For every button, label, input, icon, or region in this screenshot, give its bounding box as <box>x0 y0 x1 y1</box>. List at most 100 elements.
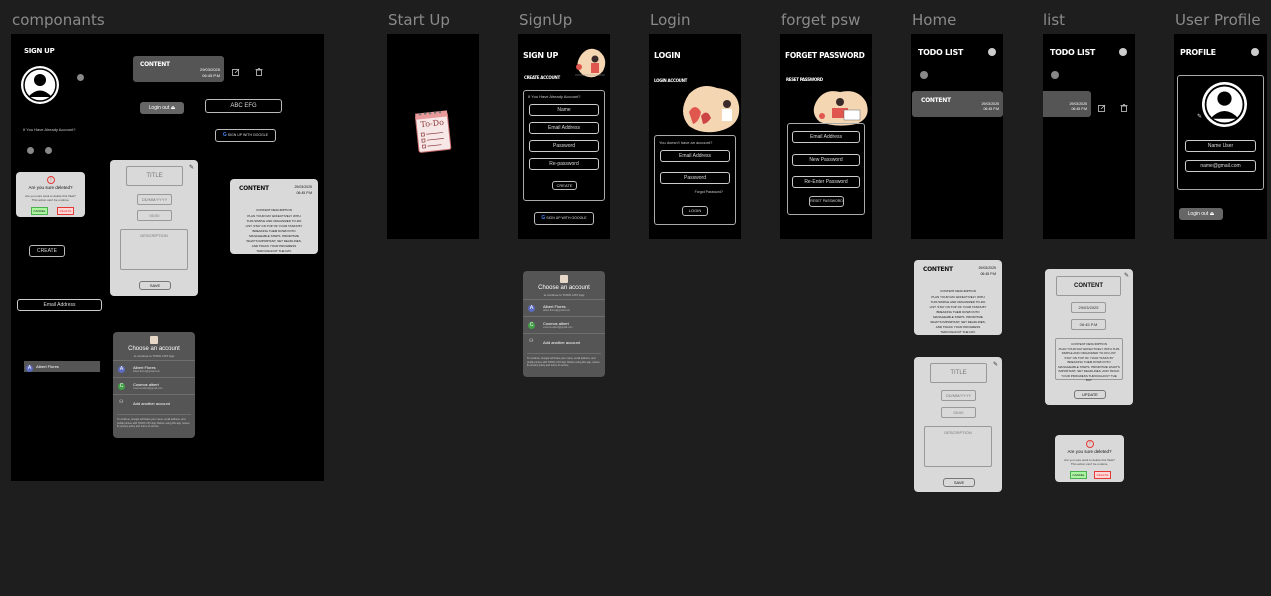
signup-account-row-2[interactable]: C Cosmos albert cosmos.albert@gmail.com <box>523 316 605 333</box>
email-field[interactable]: Email Address <box>17 299 102 311</box>
list-cancel-button[interactable]: CANCEL <box>1070 471 1087 479</box>
content-chip-time: 06:45 P.M <box>202 73 220 78</box>
profile-avatar <box>1202 82 1247 127</box>
avatar[interactable] <box>21 66 59 104</box>
forgot-password-link[interactable]: Forgot Password? <box>695 190 723 194</box>
signup-repassword-field[interactable]: Re-password <box>529 158 599 170</box>
forget-email-field[interactable]: Email Address <box>792 131 860 143</box>
home-date-field[interactable]: DD/MM/YYYY <box>941 390 976 401</box>
home-time-field[interactable]: 00:00 <box>941 407 976 418</box>
profile-logout-label: Login out <box>1187 211 1209 217</box>
edit-icon[interactable] <box>232 63 240 76</box>
frame-title-profile: User Profile <box>1175 11 1261 29</box>
profile-settings-icon[interactable] <box>1251 48 1259 56</box>
profile-logout-button[interactable]: Login out ⏏ <box>1179 208 1223 220</box>
detail-desc-title: CONTENT DESCRIPTION <box>256 208 292 212</box>
profile-email-field[interactable]: name@gmail.com <box>1185 160 1256 172</box>
account-email-2: cosmos.albert@gmail.com <box>133 387 163 390</box>
camera-icon[interactable] <box>77 74 84 81</box>
home-item-title: CONTENT <box>921 97 951 104</box>
home-item-date: 29/03/2025 <box>981 102 999 106</box>
save-button[interactable]: SAVE <box>139 281 171 290</box>
profile-frame: PROFILE ✎ Name User name@gmail.com Login… <box>1174 34 1267 239</box>
list-profile-icon[interactable] <box>1119 48 1127 56</box>
list-edit-title[interactable]: CONTENT <box>1056 276 1121 296</box>
list-edit-date[interactable]: 29/03/2025 <box>1071 302 1106 313</box>
social-icon-1[interactable] <box>27 147 34 154</box>
signup-account-row-1[interactable]: A Albert Flores albert.flores@gmail.com <box>523 299 605 316</box>
account-chip[interactable]: A Albert Flores <box>24 361 100 372</box>
pencil-icon[interactable]: ✎ <box>189 164 194 171</box>
logout-button[interactable]: Login out ⏏ <box>140 102 184 114</box>
signup-account-email-2: cosmos.albert@gmail.com <box>543 326 573 329</box>
list-delete-button[interactable]: DELETE <box>1094 471 1111 479</box>
todo-notepad-logo: To-Do <box>413 108 453 154</box>
trash-icon[interactable] <box>255 63 263 76</box>
profile-title: PROFILE <box>1180 48 1216 57</box>
forget-illustration <box>810 86 870 126</box>
home-frame: TODO LIST CONTENT 29/03/2025 06:45 P.M <box>911 34 1003 239</box>
title-field[interactable]: TITLE <box>126 166 183 186</box>
signup-password-field[interactable]: Password <box>529 140 599 152</box>
new-password-field[interactable]: New Password <box>792 154 860 166</box>
reset-password-button[interactable]: RESET PASSWORD <box>809 196 844 207</box>
abc-button[interactable]: ABC EFG <box>205 99 282 113</box>
forget-frame: FORGET PASSWORD RESET PASSWORD Email Add… <box>780 34 872 239</box>
home-detail-title: CONTENT <box>923 266 953 273</box>
login-button[interactable]: LOGIN <box>682 206 708 216</box>
reenter-password-field[interactable]: Re-Enter Password <box>792 176 860 188</box>
add-account-row[interactable]: ⚇ Add another account <box>113 394 195 411</box>
signup-email-field[interactable]: Email Address <box>529 122 599 134</box>
forget-subtitle: RESET PASSWORD <box>786 77 823 82</box>
signup-already-text: If You Have Already Account? <box>528 94 581 99</box>
login-password-field[interactable]: Password <box>660 172 730 184</box>
account-chip-avatar: A <box>26 365 33 372</box>
social-icon-2[interactable] <box>45 147 52 154</box>
profile-name-field[interactable]: Name User <box>1185 140 1256 152</box>
list-edit-desc-box[interactable]: CONTENT DESCRIPTION PLAN YOUR DAY EFFECT… <box>1055 338 1123 382</box>
components-frame: SIGN UP If You Have Already Account? CON… <box>11 34 324 481</box>
signup-frame: SIGN UP CREATE ACCOUNT If You Have Alrea… <box>518 34 610 239</box>
home-save-button[interactable]: SAVE <box>943 478 975 487</box>
login-email-field[interactable]: Email Address <box>660 150 730 162</box>
description-field[interactable]: DESCRIPTION <box>120 229 188 270</box>
name-field[interactable]: Name <box>529 104 599 116</box>
frame-title-forget: forget psw <box>781 11 861 29</box>
chooser-footer: To continue, Google will share your name… <box>117 414 191 429</box>
signup-title: SIGN UP <box>24 47 55 55</box>
list-edit-icon[interactable] <box>1098 99 1106 112</box>
signup-illustration <box>571 45 609 81</box>
home-item-time: 06:45 P.M <box>983 107 999 111</box>
date-field[interactable]: DD/MM/YYYY <box>137 194 172 205</box>
list-trash-icon[interactable] <box>1120 99 1128 112</box>
frame-title-startup: Start Up <box>388 11 450 29</box>
account-row-1[interactable]: A Albert Flores albert.flores@gmail.com <box>113 360 195 377</box>
time-field[interactable]: 00:00 <box>137 210 172 221</box>
signup-add-account-row[interactable]: ⚇ Add another account <box>523 333 605 350</box>
home-description-field[interactable]: DESCRIPTION <box>924 426 992 467</box>
list-edit-pencil-icon[interactable]: ✎ <box>1124 272 1129 279</box>
list-update-button[interactable]: UPDATE <box>1074 390 1106 399</box>
content-chip[interactable]: CONTENT 29/03/2025 06:45 P.M <box>133 56 224 82</box>
google-signup-label: SIGN UP WITH GOOGLE <box>227 133 269 137</box>
home-pencil-icon[interactable]: ✎ <box>993 361 998 368</box>
list-edit-time[interactable]: 06:45 P.M <box>1071 319 1106 330</box>
login-frame: LOGIN LOGIN ACCOUNT You doesn't have an … <box>649 34 741 239</box>
home-detail-time: 06:45 P.M <box>980 272 996 276</box>
home-title-field[interactable]: TITLE <box>930 363 987 383</box>
home-profile-icon[interactable] <box>988 48 996 56</box>
task-form-card: ✎ TITLE DD/MM/YYYY 00:00 DESCRIPTION SAV… <box>110 160 198 296</box>
signup-create-button[interactable]: CREATE <box>552 181 577 190</box>
cancel-button[interactable]: CANCEL <box>31 207 48 215</box>
signup-account-email-1: albert.flores@gmail.com <box>543 309 570 312</box>
account-row-2[interactable]: C Cosmos albert cosmos.albert@gmail.com <box>113 377 195 394</box>
home-add-icon[interactable] <box>920 71 928 79</box>
create-button[interactable]: CREATE <box>29 245 65 257</box>
list-add-icon[interactable] <box>1051 71 1059 79</box>
list-task-item-swiped[interactable]: 29/03/2025 06:45 P.M <box>1043 91 1091 117</box>
profile-edit-avatar-icon[interactable]: ✎ <box>1197 113 1202 120</box>
google-signup-button[interactable]: G SIGN UP WITH GOOGLE <box>215 129 276 142</box>
signup-google-button[interactable]: G SIGN UP WITH GOOGLE <box>534 212 594 225</box>
delete-button[interactable]: DELETE <box>57 207 74 215</box>
home-task-item[interactable]: CONTENT 29/03/2025 06:45 P.M <box>912 91 1003 117</box>
